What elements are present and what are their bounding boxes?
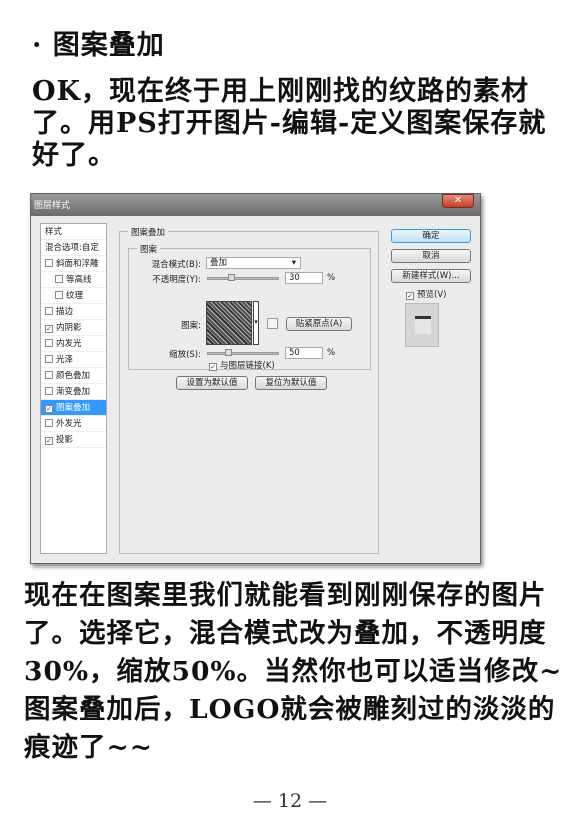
style-item[interactable]: 渐变叠加: [41, 384, 106, 400]
checkbox-icon[interactable]: [55, 275, 63, 283]
dialog-title: 图层样式: [31, 194, 480, 216]
style-item-label: 投影: [56, 435, 74, 445]
pattern-swatch[interactable]: [206, 301, 252, 345]
preview-label: 预览(V): [417, 290, 447, 300]
checkbox-icon[interactable]: ✓: [45, 437, 53, 445]
snap-origin-button[interactable]: 贴紧原点(A): [286, 317, 352, 331]
cancel-button[interactable]: 取消: [391, 249, 471, 263]
opacity-input[interactable]: 30: [285, 272, 323, 284]
percent-sign: %: [327, 348, 336, 358]
layer-style-dialog: 图层样式 ✕ 样式 混合选项:自定 斜面和浮雕 等高线 纹理 描边 ✓ 内阴影 内发光 光泽颜…: [30, 193, 481, 564]
opacity-label: 不透明度(Y):: [152, 275, 201, 285]
style-item[interactable]: 光泽: [41, 352, 106, 368]
scale-input[interactable]: 50: [285, 347, 323, 359]
ok-button[interactable]: 确定: [391, 229, 471, 243]
blend-mode-label: 混合模式(B):: [151, 260, 201, 270]
styles-header[interactable]: 样式: [41, 224, 106, 240]
style-item-label: 渐变叠加: [56, 387, 91, 397]
opacity-thumb[interactable]: [228, 274, 235, 281]
scale-label: 缩放(S):: [169, 350, 201, 360]
styles-list: 样式 混合选项:自定 斜面和浮雕 等高线 纹理 描边 ✓ 内阴影 内发光 光泽 颜色叠加 渐变叠加…: [40, 223, 107, 554]
group-title: 图案: [137, 243, 161, 255]
checkbox-icon[interactable]: [45, 307, 53, 315]
style-item-label: 内阴影: [56, 323, 82, 333]
style-item-label: 等高线: [66, 275, 92, 285]
new-preset-icon[interactable]: [267, 318, 278, 329]
style-item[interactable]: 描边: [41, 304, 106, 320]
style-item[interactable]: 颜色叠加: [41, 368, 106, 384]
close-button[interactable]: ✕: [442, 194, 474, 208]
paragraph-1: OK，现在终于用上刚刚找的纹路的素材了。用PS打开图片-编辑-定义图案保存就好了…: [32, 76, 547, 171]
style-item[interactable]: 斜面和浮雕: [41, 256, 106, 272]
style-item-label: 斜面和浮雕: [56, 259, 99, 269]
checkbox-icon[interactable]: [55, 291, 63, 299]
style-item[interactable]: ✓ 图案叠加: [41, 400, 106, 416]
make-default-button[interactable]: 设置为默认值: [176, 376, 248, 390]
pattern-label: 图案:: [181, 321, 201, 331]
scale-slider[interactable]: [207, 349, 279, 356]
checkbox-icon[interactable]: [45, 259, 53, 267]
percent-sign: %: [327, 273, 336, 283]
style-preview-thumbnail: [405, 303, 439, 347]
style-item-label: 图案叠加: [56, 403, 91, 413]
blend-mode-select[interactable]: 叠加 ▾: [206, 257, 301, 269]
blend-mode-value: 叠加: [210, 258, 228, 268]
checkbox-icon[interactable]: [45, 387, 53, 395]
checkbox-icon[interactable]: [45, 339, 53, 347]
checkbox-icon[interactable]: [45, 419, 53, 427]
page-number: — 12 —: [252, 790, 328, 812]
pattern-dropdown-icon[interactable]: ▾: [253, 301, 259, 345]
style-item-label: 纹理: [66, 291, 84, 301]
checkbox-icon[interactable]: ✓: [45, 325, 53, 333]
style-item-label: 颜色叠加: [56, 371, 91, 381]
dropdown-arrow-icon: ▾: [291, 258, 296, 268]
link-layer-label: 与图层链接(K): [220, 361, 275, 371]
style-item-label: 内发光: [56, 339, 82, 349]
checkbox-icon[interactable]: ✓: [209, 363, 217, 371]
style-item-label: 光泽: [56, 355, 74, 365]
style-item-label: 描边: [56, 307, 74, 317]
scale-thumb[interactable]: [225, 349, 232, 356]
style-item-label: 外发光: [56, 419, 82, 429]
style-item[interactable]: 内发光: [41, 336, 106, 352]
checkbox-icon[interactable]: [45, 371, 53, 379]
style-item[interactable]: 等高线: [41, 272, 106, 288]
style-item[interactable]: ✓ 投影: [41, 432, 106, 448]
checkbox-icon[interactable]: [45, 355, 53, 363]
section-title: 图案叠加: [128, 226, 169, 238]
checkbox-icon[interactable]: ✓: [45, 405, 53, 413]
new-style-button[interactable]: 新建样式(W)...: [391, 269, 471, 283]
reset-default-button[interactable]: 复位为默认值: [255, 376, 327, 390]
preview-checkbox[interactable]: ✓ 预览(V): [406, 288, 446, 300]
style-item[interactable]: ✓ 内阴影: [41, 320, 106, 336]
style-item[interactable]: 纹理: [41, 288, 106, 304]
section-heading: · 图案叠加: [32, 30, 165, 61]
style-item[interactable]: 外发光: [41, 416, 106, 432]
blend-options-item[interactable]: 混合选项:自定: [41, 240, 106, 256]
link-layer-checkbox[interactable]: ✓ 与图层链接(K): [209, 359, 275, 371]
pattern-group: 图案 混合模式(B): 叠加 ▾ 不透明度(Y): 30 % 图案: ▾ 贴紧原点…: [128, 243, 371, 371]
paragraph-2: 现在在图案里我们就能看到刚刚保存的图片了。选择它，混合模式改为叠加，不透明度30…: [24, 580, 563, 763]
pattern-overlay-panel: 图案叠加 图案 混合模式(B): 叠加 ▾ 不透明度(Y): 30 % 图案: ▾…: [119, 226, 379, 554]
checkbox-icon[interactable]: ✓: [406, 292, 414, 300]
opacity-slider[interactable]: [207, 274, 279, 281]
